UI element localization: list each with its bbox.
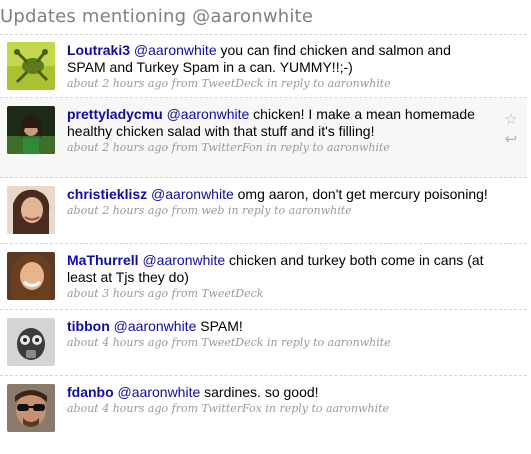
avatar-image	[7, 186, 55, 234]
status-body: fdanbo @aaronwhite sardines. so good! ab…	[67, 384, 489, 417]
mention-link[interactable]: @aaronwhite	[118, 384, 201, 400]
status-body: MaThurrell @aaronwhite chicken and turke…	[67, 252, 489, 302]
status-actions: ☆ ↩	[503, 110, 519, 150]
status-body: christieklisz @aaronwhite omg aaron, don…	[67, 186, 489, 219]
status-item: MaThurrell @aaronwhite chicken and turke…	[0, 244, 527, 310]
status-item: tibbon @aaronwhite SPAM! about 4 hours a…	[0, 310, 527, 376]
author-link[interactable]: christieklisz	[67, 186, 147, 202]
status-text: omg aaron, don't get mercury poisoning!	[233, 186, 488, 202]
status-body: prettyladycmu @aaronwhite chicken! I mak…	[67, 106, 489, 156]
author-link[interactable]: tibbon	[67, 318, 110, 334]
avatar[interactable]	[7, 106, 55, 154]
favorite-star-icon[interactable]: ☆	[503, 110, 519, 130]
author-link[interactable]: MaThurrell	[67, 252, 139, 268]
status-meta: about 2 hours ago from TweetDeck in repl…	[67, 77, 391, 90]
avatar-image	[7, 384, 55, 432]
status-item: prettyladycmu @aaronwhite chicken! I mak…	[0, 98, 527, 178]
avatar[interactable]	[7, 252, 55, 300]
avatar-image	[7, 318, 55, 366]
status-item: fdanbo @aaronwhite sardines. so good! ab…	[0, 376, 527, 448]
status-item: christieklisz @aaronwhite omg aaron, don…	[0, 178, 527, 244]
avatar[interactable]	[7, 318, 55, 366]
timeline: Loutraki3 @aaronwhite you can find chick…	[0, 34, 527, 448]
author-link[interactable]: fdanbo	[67, 384, 114, 400]
author-link[interactable]: prettyladycmu	[67, 106, 163, 122]
avatar-image	[7, 42, 55, 90]
status-text: SPAM!	[196, 318, 243, 334]
mention-link[interactable]: @aaronwhite	[114, 318, 197, 334]
reply-arrow-icon[interactable]: ↩	[503, 130, 519, 150]
status-text: sardines. so good!	[200, 384, 319, 400]
avatar-image	[7, 106, 55, 154]
page: Updates mentioning @aaronwhite Loutraki3…	[0, 0, 531, 454]
status-body: Loutraki3 @aaronwhite you can find chick…	[67, 42, 489, 92]
status-meta: about 3 hours ago from TweetDeck	[67, 287, 264, 300]
avatar[interactable]	[7, 384, 55, 432]
mention-link[interactable]: @aaronwhite	[134, 42, 217, 58]
mention-link[interactable]: @aaronwhite	[142, 252, 225, 268]
author-link[interactable]: Loutraki3	[67, 42, 130, 58]
mention-link[interactable]: @aaronwhite	[151, 186, 234, 202]
page-title: Updates mentioning @aaronwhite	[0, 6, 314, 27]
status-meta: about 2 hours ago from web in reply to a…	[67, 204, 352, 217]
avatar[interactable]	[7, 42, 55, 90]
status-item: Loutraki3 @aaronwhite you can find chick…	[0, 35, 527, 98]
status-meta: about 4 hours ago from TwitterFox in rep…	[67, 402, 390, 415]
avatar[interactable]	[7, 186, 55, 234]
status-meta: about 2 hours ago from TwitterFon in rep…	[67, 141, 390, 154]
status-meta: about 4 hours ago from TweetDeck in repl…	[67, 336, 391, 349]
status-body: tibbon @aaronwhite SPAM! about 4 hours a…	[67, 318, 489, 351]
avatar-image	[7, 252, 55, 300]
mention-link[interactable]: @aaronwhite	[167, 106, 250, 122]
